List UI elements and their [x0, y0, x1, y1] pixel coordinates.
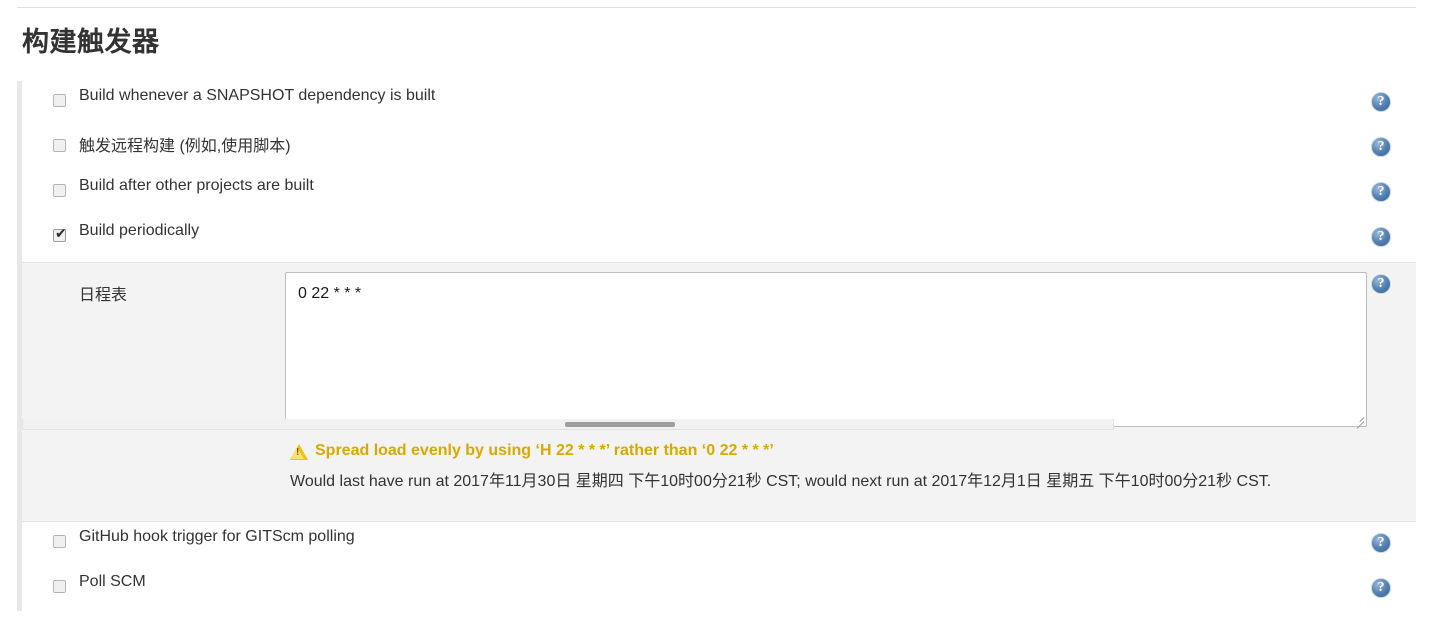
- header-divider: [17, 7, 1416, 8]
- help-question-mark: ?: [1377, 184, 1385, 199]
- schedule-textarea-wrap: [285, 272, 1367, 429]
- trigger-row-poll-scm[interactable]: Poll SCM ?: [22, 567, 1416, 612]
- label-build-after-other-projects: Build after other projects are built: [79, 177, 314, 194]
- checkbox-poll-scm[interactable]: [53, 580, 66, 593]
- warning-exclamation-icon: !: [296, 447, 300, 458]
- trigger-row-snapshot[interactable]: Build whenever a SNAPSHOT dependency is …: [22, 81, 1416, 126]
- label-poll-scm: Poll SCM: [79, 573, 146, 590]
- checkbox-github-hook-trigger[interactable]: [53, 535, 66, 548]
- scrollbar-thumb[interactable]: [565, 422, 675, 427]
- label-build-periodically: Build periodically: [79, 222, 200, 239]
- help-question-mark: ?: [1377, 94, 1385, 109]
- help-icon-github-hook[interactable]: ?: [1371, 533, 1391, 553]
- help-icon-schedule[interactable]: ?: [1371, 274, 1391, 294]
- label-build-whenever-snapshot-dependency-built: Build whenever a SNAPSHOT dependency is …: [79, 87, 436, 104]
- trigger-row-after-other-projects[interactable]: Build after other projects are built ?: [22, 171, 1416, 216]
- help-icon-snapshot[interactable]: ?: [1371, 92, 1391, 112]
- label-github-hook-trigger: GitHub hook trigger for GITScm polling: [79, 528, 355, 545]
- trigger-row-remote[interactable]: 触发远程构建 (例如,使用脚本) ?: [22, 126, 1416, 171]
- checkbox-build-periodically[interactable]: ✔: [53, 225, 67, 242]
- schedule-label: 日程表: [79, 287, 128, 304]
- checkbox-build-whenever-snapshot-dependency-built[interactable]: [53, 94, 66, 107]
- schedule-cron-input[interactable]: [285, 272, 1367, 427]
- help-question-mark: ?: [1377, 139, 1385, 154]
- schedule-next-run-text: Would last have run at 2017年11月30日 星期四 下…: [290, 473, 1272, 490]
- build-triggers-form: Build whenever a SNAPSHOT dependency is …: [17, 81, 1416, 611]
- help-icon-after-other-projects[interactable]: ?: [1371, 182, 1391, 202]
- checkbox-build-after-other-projects[interactable]: [53, 184, 66, 197]
- help-icon-build-periodically[interactable]: ?: [1371, 227, 1391, 247]
- trigger-row-github-hook[interactable]: GitHub hook trigger for GITScm polling ?: [22, 522, 1416, 567]
- checkmark-icon: ✔: [55, 225, 67, 241]
- help-icon-remote[interactable]: ?: [1371, 137, 1391, 157]
- page-title: 构建触发器: [22, 27, 160, 57]
- help-question-mark: ?: [1377, 229, 1385, 244]
- schedule-panel: 日程表 ? ! Spread load evenly by using ‘H 2…: [17, 262, 1416, 523]
- help-icon-poll-scm[interactable]: ?: [1371, 578, 1391, 598]
- help-question-mark: ?: [1377, 535, 1385, 550]
- schedule-warning-text: Spread load evenly by using ‘H 22 * * *’…: [315, 442, 774, 459]
- schedule-indent-bar: [17, 263, 22, 523]
- help-question-mark: ?: [1377, 276, 1385, 291]
- checkbox-trigger-builds-remotely[interactable]: [53, 139, 66, 152]
- schedule-horizontal-scrollbar[interactable]: [22, 419, 1114, 430]
- trigger-row-build-periodically[interactable]: ✔ Build periodically ?: [22, 216, 1416, 261]
- help-question-mark: ?: [1377, 580, 1385, 595]
- label-trigger-builds-remotely: 触发远程构建 (例如,使用脚本): [79, 138, 291, 155]
